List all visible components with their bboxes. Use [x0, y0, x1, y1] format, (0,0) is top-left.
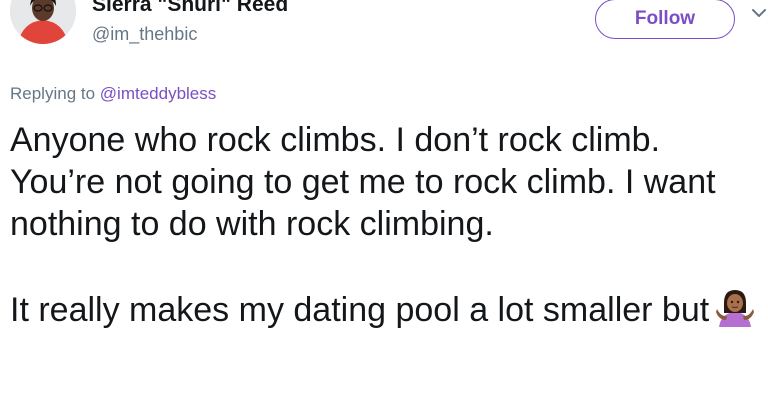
chevron-down-icon[interactable] [750, 4, 768, 22]
author-handle[interactable]: @im_thehbic [92, 24, 197, 45]
avatar[interactable] [10, 0, 76, 44]
tweet-paragraph-2: It really makes my dating pool a lot sma… [10, 287, 762, 337]
person-shrugging-emoji-icon [715, 287, 755, 337]
replying-to-label: Replying to [10, 84, 96, 103]
reply-mention-link[interactable]: @imteddybless [100, 84, 216, 103]
replying-to-line: Replying to @imteddybless [10, 84, 216, 104]
tweet-paragraph-1: Anyone who rock climbs. I don’t rock cli… [10, 121, 716, 243]
follow-button[interactable]: Follow [595, 0, 735, 39]
avatar-image [10, 0, 76, 44]
author-display-name[interactable]: Sierra "Shuri" Reed [92, 0, 288, 17]
tweet-paragraph-2-text: It really makes my dating pool a lot sma… [10, 291, 710, 329]
tweet-text: Anyone who rock climbs. I don’t rock cli… [10, 119, 762, 337]
